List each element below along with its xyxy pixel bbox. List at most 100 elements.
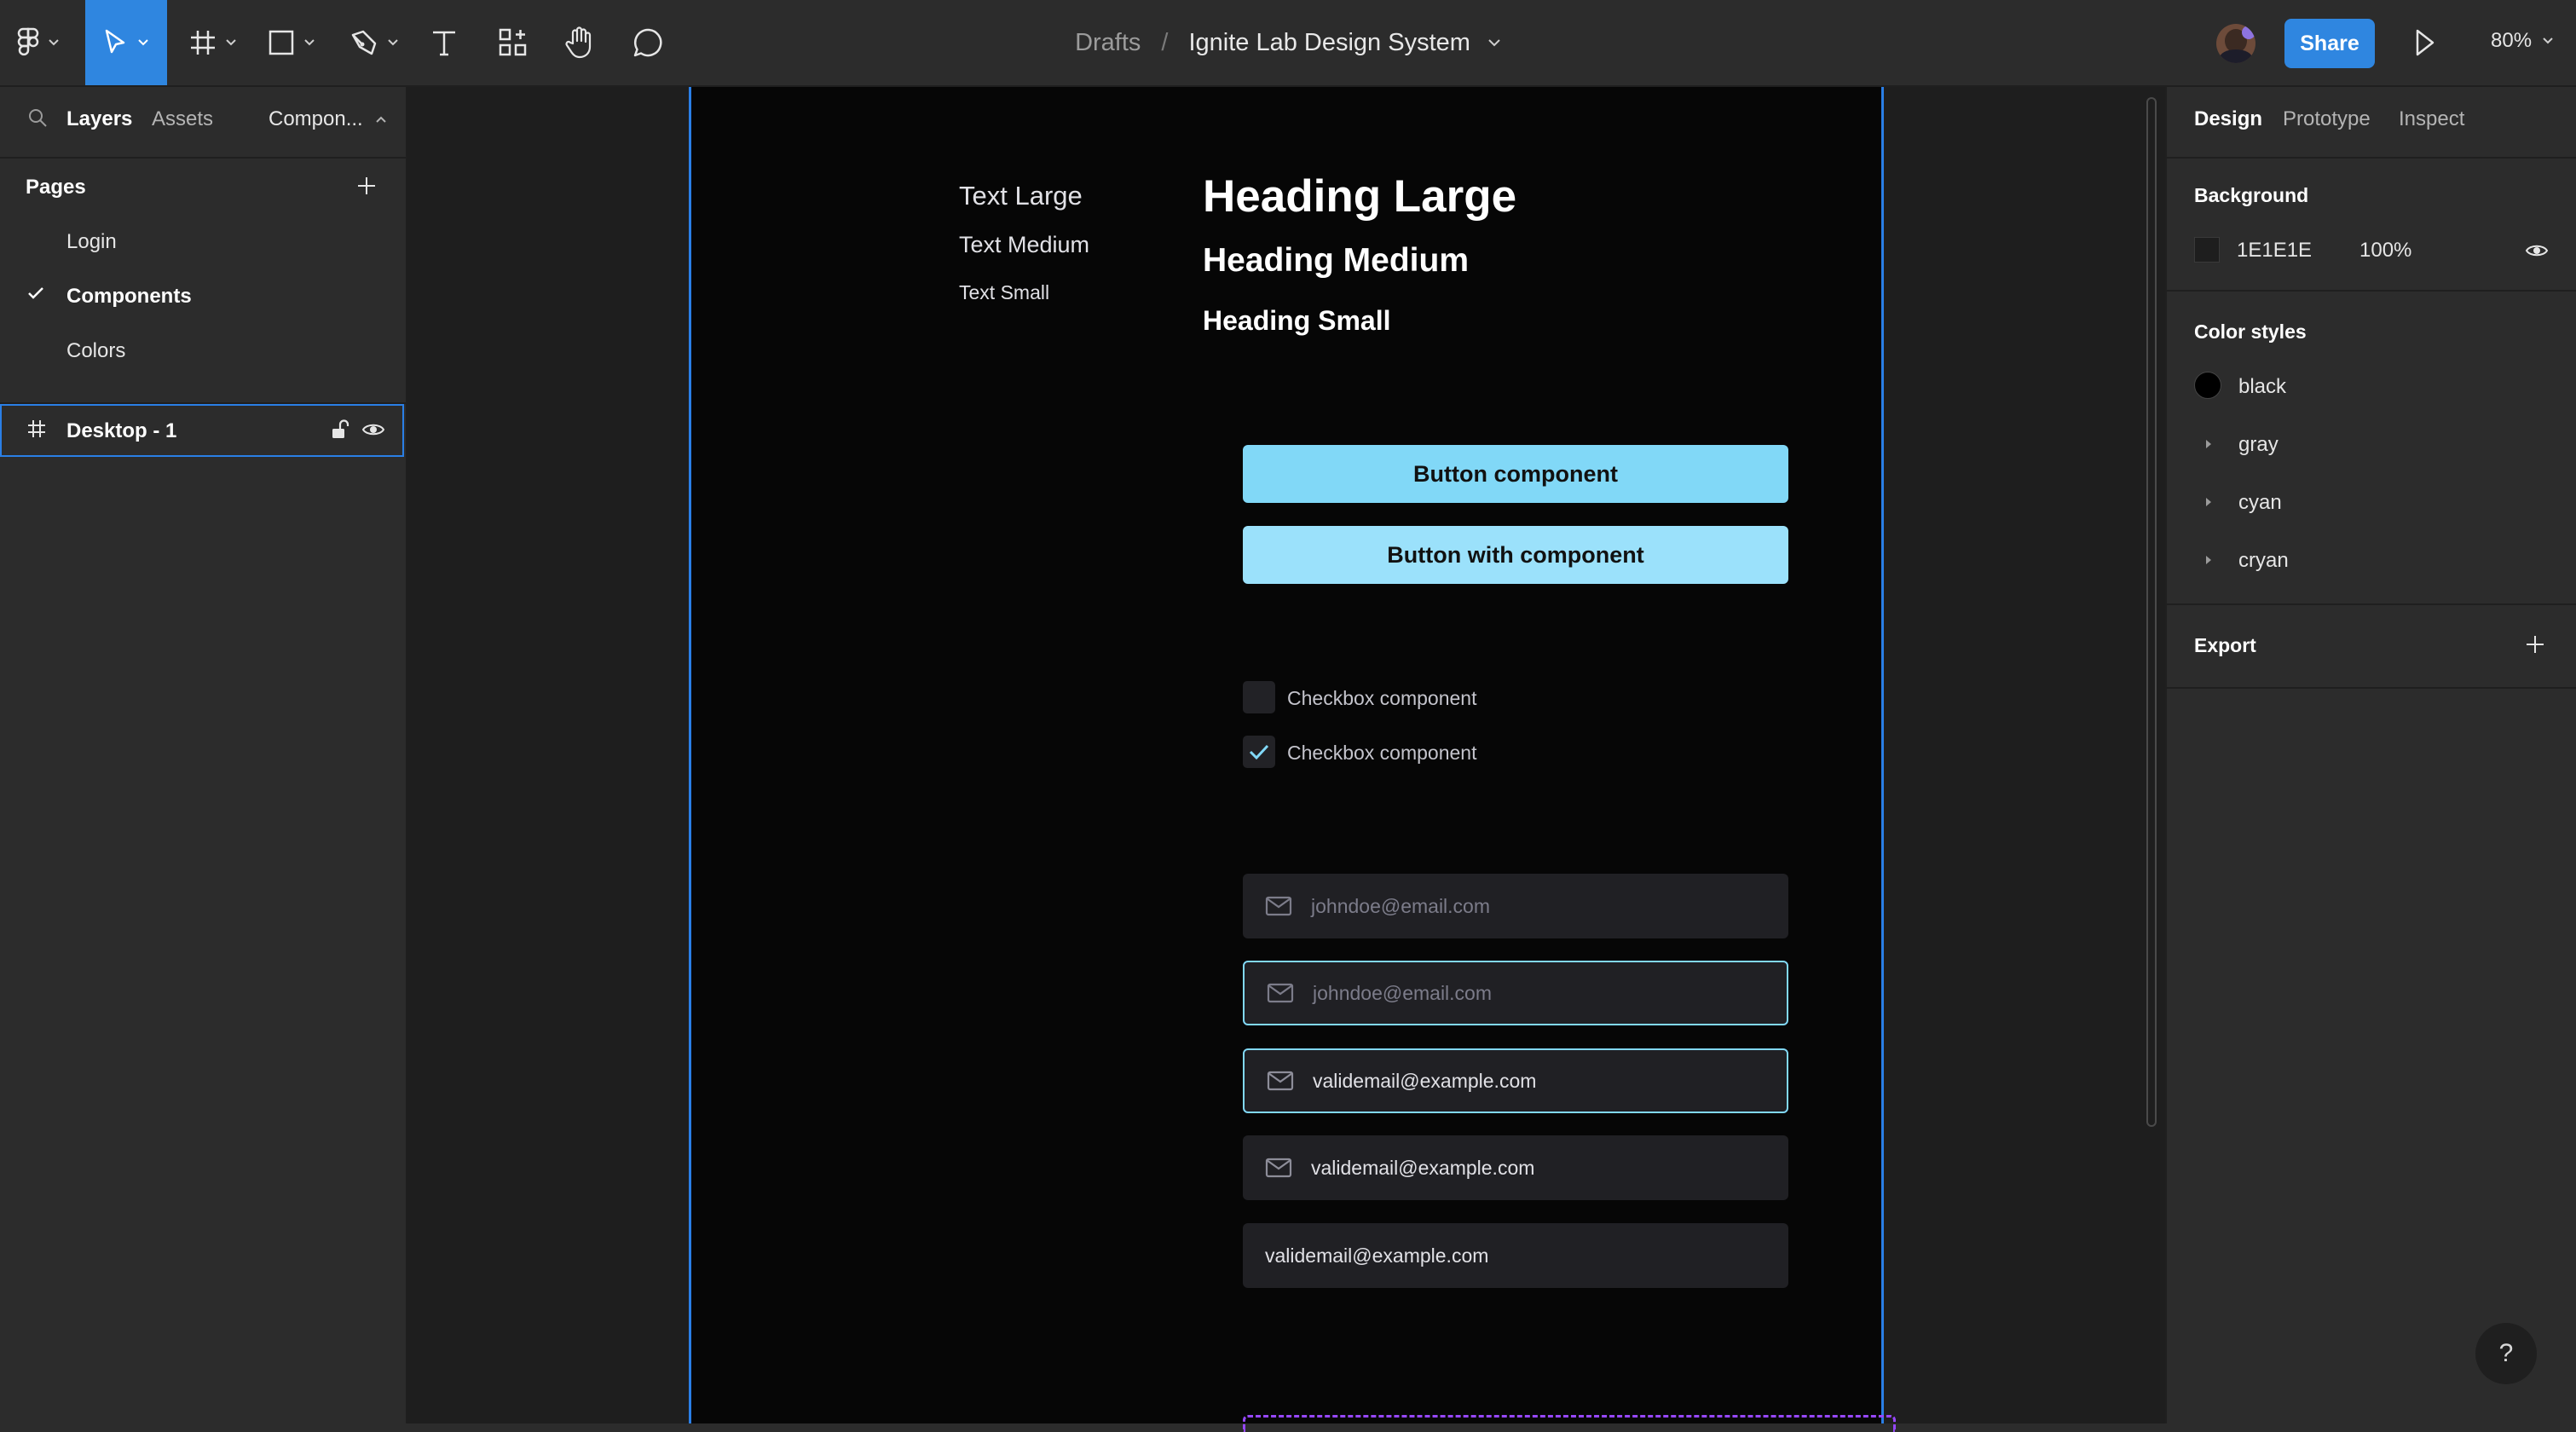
divider [2167, 687, 2576, 689]
email-input[interactable]: johndoe@email.com [1243, 874, 1788, 938]
shape-tool-button[interactable] [268, 0, 315, 85]
email-input-focused-filled[interactable]: validemail@example.com [1243, 1048, 1788, 1113]
breadcrumb-drafts[interactable]: Drafts [1075, 29, 1141, 57]
desktop-frame[interactable]: Text Large Text Medium Text Small Headin… [689, 87, 1896, 1432]
email-input-value: validemail@example.com [1311, 1156, 1535, 1179]
tab-layers[interactable]: Layers [66, 107, 132, 131]
checkbox-unchecked[interactable] [1243, 681, 1275, 713]
color-style-black[interactable]: black [2238, 375, 2286, 399]
divider [2167, 157, 2576, 159]
caret-right-icon[interactable] [2204, 496, 2213, 508]
chevron-down-icon [48, 38, 60, 47]
breadcrumb-separator: / [1161, 28, 1169, 56]
color-styles-heading: Color styles [2194, 320, 2307, 343]
checkbox-label: Checkbox component [1287, 742, 1477, 764]
chevron-down-icon [137, 38, 149, 47]
tab-inspect[interactable]: Inspect [2399, 107, 2464, 131]
pen-tool-button[interactable] [349, 0, 399, 85]
page-switcher[interactable]: Compon... [269, 107, 387, 131]
layer-row-desktop-1[interactable]: Desktop - 1 [0, 404, 404, 457]
color-style-cyan[interactable]: cyan [2238, 491, 2282, 515]
present-play-icon[interactable] [2412, 26, 2438, 60]
heading-medium-sample[interactable]: Heading Medium [1203, 242, 1469, 280]
search-icon[interactable] [27, 107, 48, 128]
hand-icon [564, 26, 595, 59]
envelope-icon [1267, 983, 1294, 1003]
button-with-component[interactable]: Button with component [1243, 526, 1788, 584]
frame-tool-button[interactable] [189, 0, 237, 85]
background-hex-input[interactable]: 1E1E1E [2237, 239, 2312, 263]
email-input-value: validemail@example.com [1265, 1244, 1489, 1267]
email-input-filled[interactable]: validemail@example.com [1243, 1135, 1788, 1200]
pen-icon [349, 28, 378, 57]
document-title[interactable]: Ignite Lab Design System [1188, 29, 1470, 57]
vertical-scrollbar[interactable] [2146, 97, 2157, 1127]
main-menu-button[interactable] [17, 0, 60, 85]
chevron-down-icon [303, 38, 315, 47]
help-button[interactable]: ? [2475, 1323, 2537, 1384]
hand-tool-button[interactable] [564, 0, 595, 85]
color-style-gray[interactable]: gray [2238, 433, 2279, 457]
move-tool-button[interactable] [85, 0, 167, 85]
page-item-colors[interactable]: Colors [66, 339, 125, 363]
text-icon [430, 28, 458, 57]
comment-icon [632, 27, 663, 58]
email-input-placeholder: johndoe@email.com [1313, 981, 1493, 1004]
black-swatch [2194, 372, 2221, 399]
comment-tool-button[interactable] [632, 0, 663, 85]
tab-assets[interactable]: Assets [152, 107, 213, 131]
avatar[interactable] [2216, 24, 2255, 63]
chevron-down-icon [2542, 37, 2554, 45]
text-small-sample[interactable]: Text Small [959, 281, 1049, 304]
pages-heading: Pages [26, 176, 86, 199]
eye-icon[interactable] [2525, 242, 2549, 259]
text-tool-button[interactable] [430, 0, 458, 85]
page-item-components[interactable]: Components [66, 285, 192, 309]
email-input-focused[interactable]: johndoe@email.com [1243, 961, 1788, 1025]
layer-name: Desktop - 1 [66, 419, 177, 442]
checkmark-icon [1248, 743, 1270, 760]
component-set-outline[interactable] [1243, 1415, 1896, 1432]
page-item-login[interactable]: Login [66, 230, 117, 254]
envelope-icon [1265, 1158, 1292, 1178]
figma-logo-icon [17, 27, 39, 58]
heading-small-sample[interactable]: Heading Small [1203, 305, 1391, 337]
left-panel: Layers Assets Compon... Pages Login Comp… [0, 87, 407, 1423]
resources-icon [498, 27, 528, 58]
resources-tool-button[interactable] [498, 0, 528, 85]
chevron-down-icon [225, 38, 237, 47]
frame-hash-icon [189, 29, 217, 56]
heading-large-sample[interactable]: Heading Large [1203, 170, 1516, 222]
zoom-level: 80% [2491, 29, 2533, 52]
button-component[interactable]: Button component [1243, 445, 1788, 503]
right-panel: Design Prototype Inspect Background 1E1E… [2165, 87, 2576, 1423]
canvas[interactable]: Text Large Text Medium Text Small Headin… [407, 87, 2165, 1432]
caret-right-icon[interactable] [2204, 554, 2213, 566]
eye-icon[interactable] [361, 421, 385, 438]
caret-right-icon[interactable] [2204, 438, 2213, 450]
toolbar: Drafts / Ignite Lab Design System Share … [0, 0, 2576, 87]
add-export-plus-icon[interactable] [2525, 634, 2545, 655]
color-style-cryan[interactable]: cryan [2238, 549, 2289, 573]
email-input-no-icon[interactable]: validemail@example.com [1243, 1223, 1788, 1288]
checkbox-checked[interactable] [1243, 736, 1275, 768]
background-color-swatch[interactable] [2194, 237, 2220, 263]
email-input-placeholder: johndoe@email.com [1311, 894, 1491, 917]
tab-prototype[interactable]: Prototype [2283, 107, 2371, 131]
text-medium-sample[interactable]: Text Medium [959, 232, 1089, 258]
divider [0, 157, 406, 159]
checkbox-label: Checkbox component [1287, 687, 1477, 709]
current-page-label: Compon... [269, 107, 363, 130]
share-button[interactable]: Share [2284, 19, 2375, 68]
chevron-down-icon [387, 38, 399, 47]
zoom-dropdown[interactable]: 80% [2491, 29, 2554, 53]
chevron-down-icon[interactable] [1487, 38, 1501, 47]
add-page-plus-icon[interactable] [356, 176, 377, 196]
chevron-up-icon [375, 115, 387, 124]
divider [2167, 603, 2576, 605]
tab-design[interactable]: Design [2194, 107, 2262, 131]
background-opacity-input[interactable]: 100% [2359, 239, 2411, 263]
text-large-sample[interactable]: Text Large [959, 181, 1083, 211]
unlock-icon[interactable] [331, 419, 349, 440]
frame-hash-icon [27, 419, 46, 438]
